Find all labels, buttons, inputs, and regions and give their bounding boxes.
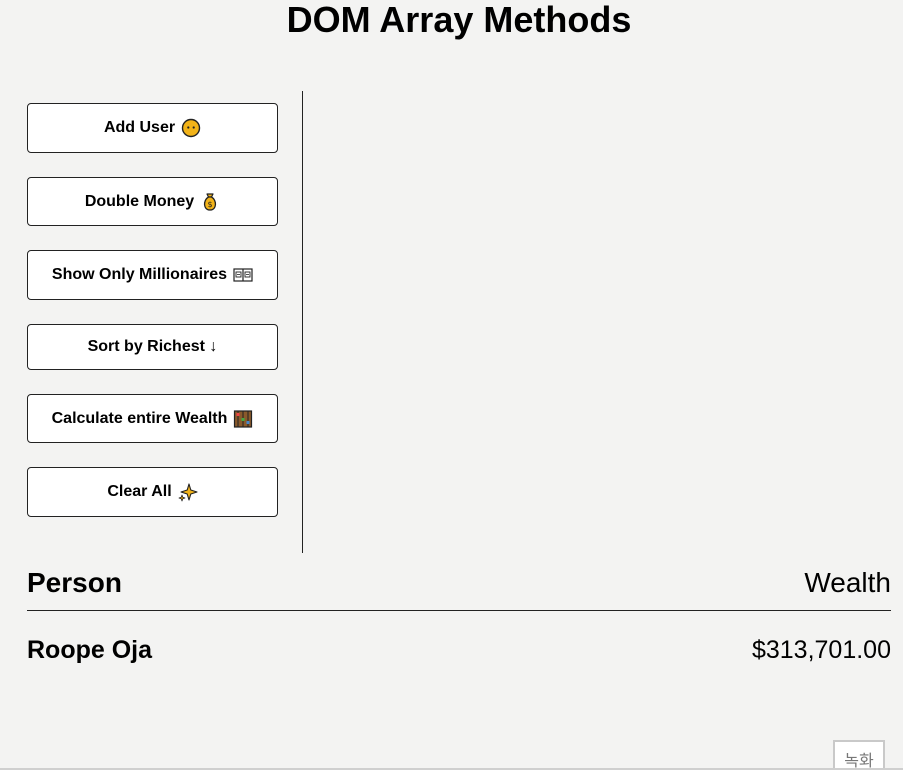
- person-column-header: Person: [27, 567, 122, 598]
- sparkles-icon: [178, 482, 198, 502]
- show-millionaires-button[interactable]: Show Only Millionaires: [27, 250, 278, 300]
- recording-badge[interactable]: 녹화: [833, 740, 885, 770]
- header-divider: [27, 610, 891, 611]
- sort-richest-button[interactable]: Sort by Richest ↓: [27, 324, 278, 370]
- calculate-wealth-button[interactable]: Calculate entire Wealth: [27, 394, 278, 443]
- person-name: Roope Oja: [27, 635, 153, 664]
- table-row: Roope Oja $313,701.00: [27, 632, 891, 668]
- add-user-label: Add User: [103, 119, 176, 136]
- face-icon: [181, 118, 201, 138]
- money-bag-icon: $: [200, 192, 220, 212]
- page-title: DOM Array Methods: [286, 0, 632, 40]
- table-header: Person Wealth: [27, 563, 891, 603]
- svg-text:$: $: [208, 200, 213, 209]
- wealth-column-header: Wealth: [804, 567, 891, 598]
- vertical-divider: [302, 91, 303, 553]
- app-page: DOM Array Methods Add User Double Money …: [0, 0, 903, 770]
- abacus-icon: [233, 409, 253, 429]
- sort-richest-label: Sort by Richest ↓: [87, 338, 218, 355]
- add-user-button[interactable]: Add User: [27, 103, 278, 153]
- calculate-wealth-label: Calculate entire Wealth: [51, 409, 228, 427]
- double-money-button[interactable]: Double Money $: [27, 177, 278, 226]
- clear-all-button[interactable]: Clear All: [27, 467, 278, 517]
- person-wealth: $313,701.00: [751, 635, 891, 664]
- ledger-icon: [233, 265, 253, 285]
- show-millionaires-label: Show Only Millionaires: [51, 266, 228, 283]
- double-money-label: Double Money: [84, 192, 195, 210]
- clear-all-label: Clear All: [107, 483, 172, 500]
